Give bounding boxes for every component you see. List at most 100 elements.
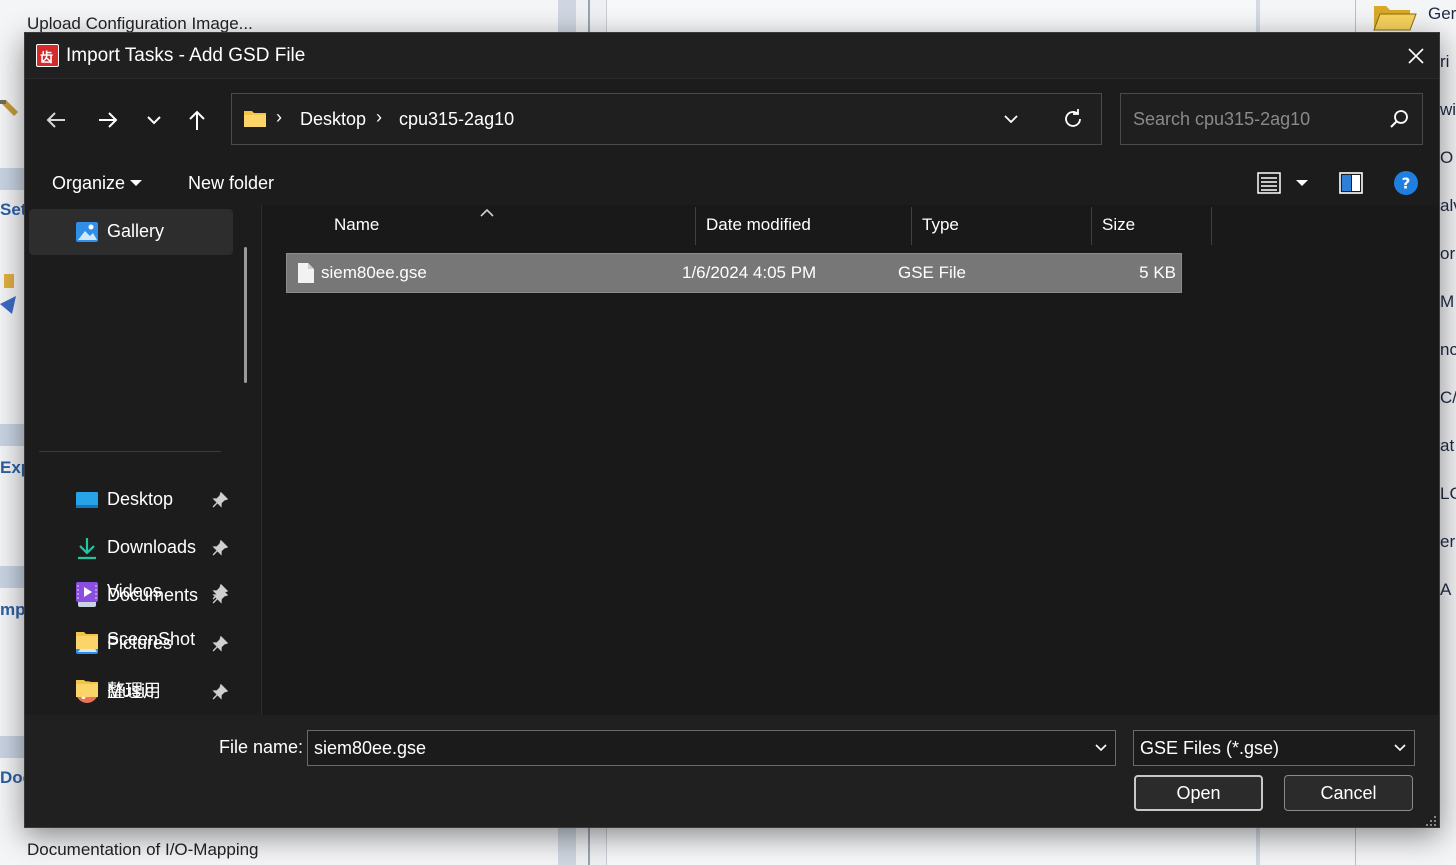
- file-list: Name Date modified Type Size siem80ee.gs…: [262, 205, 1439, 715]
- close-button[interactable]: [1393, 33, 1439, 79]
- preview-pane-icon[interactable]: [1338, 170, 1364, 196]
- chevron-down-icon: [1394, 744, 1406, 752]
- navigation-scrollbar[interactable]: [244, 247, 247, 383]
- background-fragment: alv: [1440, 196, 1456, 215]
- up-button[interactable]: [181, 105, 213, 135]
- nav-label: 整理用: [107, 681, 161, 701]
- background-fragment: A: [1440, 580, 1452, 599]
- navigation-pane-lower: Videos SceenShot 整理用 gsdml: [25, 205, 261, 715]
- column-separator[interactable]: [1091, 207, 1092, 245]
- view-options-icon[interactable]: [1256, 170, 1282, 196]
- background-fragment: er: [1440, 532, 1456, 551]
- background-fragment: or: [1440, 244, 1456, 263]
- column-separator[interactable]: [1211, 207, 1212, 245]
- breadcrumb-current-folder[interactable]: cpu315-2ag10: [399, 109, 514, 130]
- svg-text:?: ?: [1402, 175, 1411, 193]
- background-fragment: Ger: [1428, 4, 1456, 23]
- resize-grip-icon[interactable]: [1425, 815, 1437, 827]
- folder-icon: [244, 111, 266, 127]
- breadcrumb-separator: ›: [376, 107, 382, 127]
- nav-item-sceenshot[interactable]: SceenShot: [29, 617, 233, 663]
- forward-button[interactable]: [92, 105, 124, 135]
- nav-label: Videos: [107, 581, 162, 601]
- address-bar[interactable]: › Desktop › cpu315-2ag10: [231, 93, 1102, 145]
- app-icon: 齿: [36, 44, 59, 67]
- sort-ascending-icon: [480, 208, 494, 217]
- chevron-down-icon[interactable]: [1094, 742, 1108, 754]
- recent-locations-button[interactable]: [138, 105, 170, 135]
- view-options-caret-icon[interactable]: [1296, 180, 1308, 186]
- background-fragment: LC: [1440, 484, 1456, 503]
- nav-item-seiriyou[interactable]: 整理用: [29, 665, 233, 711]
- tool-icon: [0, 274, 16, 314]
- chevron-down-icon: [147, 116, 161, 125]
- file-name-input[interactable]: [314, 738, 1074, 759]
- documentation-io-mapping-menu-item[interactable]: Documentation of I/O-Mapping: [27, 840, 259, 860]
- breadcrumb-desktop[interactable]: Desktop: [300, 109, 366, 130]
- title-bar[interactable]: 齿 Import Tasks - Add GSD File: [25, 33, 1439, 79]
- address-dropdown-icon[interactable]: [1002, 110, 1020, 128]
- background-band: [0, 566, 24, 588]
- column-separator[interactable]: [911, 207, 912, 245]
- search-placeholder: Search cpu315-2ag10: [1133, 109, 1311, 129]
- background-fragment: wi: [1440, 100, 1456, 119]
- refresh-icon[interactable]: [1061, 107, 1085, 131]
- search-icon: [1390, 110, 1408, 128]
- new-folder-button[interactable]: New folder: [188, 173, 274, 194]
- file-size-cell: 5 KB: [1139, 263, 1176, 282]
- close-icon: [1408, 48, 1424, 64]
- file-type-select[interactable]: GSE Files (*.gse): [1133, 730, 1415, 766]
- file-name-cell: siem80ee.gse: [321, 263, 427, 282]
- background-fragment: mp: [0, 600, 24, 619]
- folder-icon: [76, 680, 98, 697]
- open-button[interactable]: Open: [1134, 775, 1263, 811]
- background-fragment: Set: [0, 200, 24, 219]
- command-bar: Organize New folder ?: [25, 159, 1439, 205]
- file-type-value: GSE Files (*.gse): [1140, 738, 1280, 758]
- videos-icon: [76, 582, 98, 602]
- background-fragment: Doc: [0, 768, 24, 787]
- background-fragment: ri: [1440, 52, 1450, 71]
- navigation-bar: › Desktop › cpu315-2ag10 Search cpu315-2…: [25, 79, 1439, 159]
- help-icon[interactable]: ?: [1393, 170, 1419, 196]
- tool-icon: [0, 100, 18, 116]
- background-fragment: Exp: [0, 458, 24, 477]
- column-header-size[interactable]: Size: [1102, 215, 1135, 235]
- table-row[interactable]: siem80ee.gse 1/6/2024 4:05 PM GSE File 5…: [286, 253, 1182, 293]
- file-name-field[interactable]: [307, 730, 1116, 766]
- folder-open-icon: [1373, 6, 1417, 31]
- background-band: [0, 424, 24, 446]
- column-header-type[interactable]: Type: [922, 215, 959, 235]
- background-fragment: O: [1440, 148, 1454, 167]
- dialog-footer: File name: GSE Files (*.gse) Open Cancel: [25, 715, 1439, 827]
- organize-button[interactable]: Organize: [52, 173, 125, 194]
- background-fragment: M: [1440, 292, 1455, 311]
- dialog-title: Import Tasks - Add GSD File: [66, 45, 306, 66]
- background-fragment: C/: [1440, 388, 1456, 407]
- breadcrumb-separator: ›: [276, 107, 282, 127]
- file-name-label: File name:: [219, 737, 304, 757]
- background-band: [0, 168, 24, 190]
- file-date-cell: 1/6/2024 4:05 PM: [682, 263, 817, 282]
- folder-icon: [76, 632, 98, 649]
- column-separator[interactable]: [695, 207, 696, 245]
- file-type-cell: GSE File: [898, 263, 967, 282]
- nav-label: SceenShot: [107, 629, 196, 649]
- column-header-date-modified[interactable]: Date modified: [706, 215, 811, 235]
- organize-caret-icon: [130, 180, 142, 186]
- pin-icon[interactable]: [211, 583, 229, 601]
- background-fragment: at: [1440, 436, 1455, 455]
- search-box[interactable]: Search cpu315-2ag10: [1120, 93, 1423, 145]
- upload-configuration-menu-item[interactable]: Upload Configuration Image...: [27, 14, 253, 34]
- arrow-up-icon: [189, 110, 205, 130]
- cancel-button[interactable]: Cancel: [1284, 775, 1413, 811]
- file-dialog: 齿 Import Tasks - Add GSD File › Desktop …: [24, 32, 1440, 828]
- background-band: [0, 736, 24, 758]
- back-button[interactable]: [40, 105, 72, 135]
- column-header-name[interactable]: Name: [334, 215, 379, 235]
- arrow-left-icon: [46, 112, 65, 128]
- file-icon: [298, 263, 314, 283]
- nav-item-videos[interactable]: Videos: [29, 569, 233, 615]
- background-fragment: nc: [1440, 340, 1456, 359]
- arrow-right-icon: [99, 112, 118, 128]
